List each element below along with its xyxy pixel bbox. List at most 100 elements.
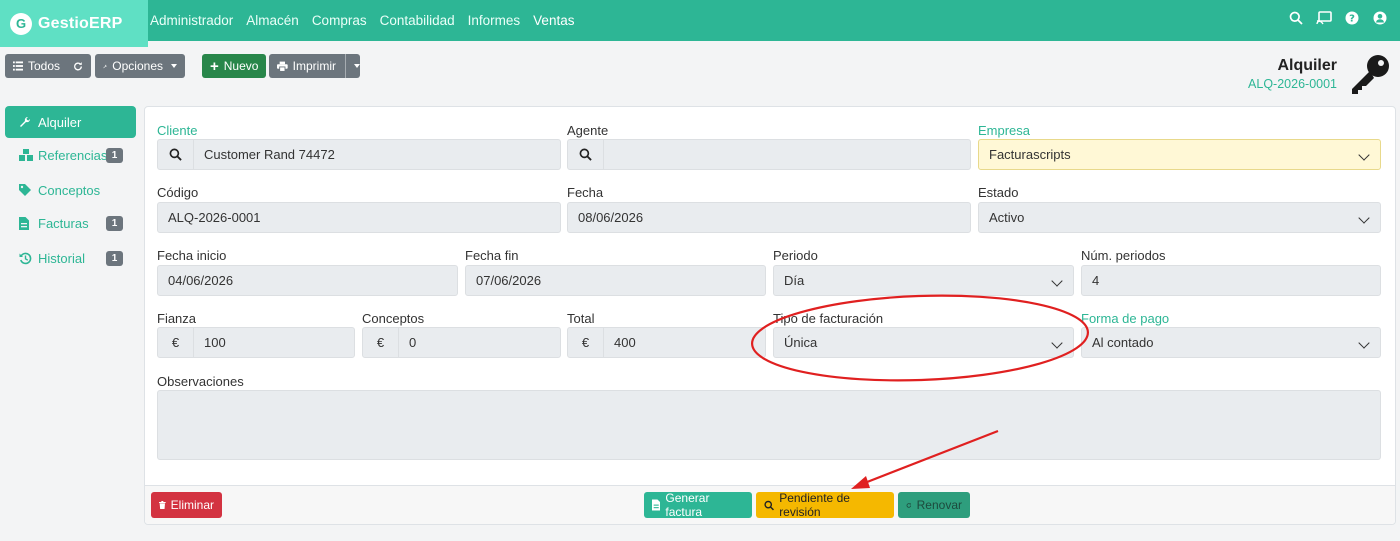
- sidebar-item-label: Conceptos: [38, 182, 101, 198]
- total-field[interactable]: € 400: [567, 327, 766, 358]
- new-button[interactable]: + Nuevo: [202, 54, 266, 78]
- chevron-down-icon: [1051, 337, 1063, 349]
- fianza-field[interactable]: € 100: [157, 327, 355, 358]
- estado-label: Estado: [978, 185, 1019, 200]
- search-icon: [764, 500, 774, 510]
- tipo-facturacion-select[interactable]: Única: [773, 327, 1074, 358]
- file-invoice-icon: [19, 216, 33, 230]
- sidebar-item-label: Alquiler: [38, 114, 82, 130]
- fecha-fin-label: Fecha fin: [465, 248, 519, 263]
- refresh-icon[interactable]: [73, 61, 83, 72]
- count-badge: 1: [106, 216, 123, 231]
- delete-button[interactable]: Eliminar: [151, 492, 222, 518]
- options-button-label: Opciones: [112, 59, 163, 73]
- sidebar-item-conceptos[interactable]: Conceptos: [5, 174, 136, 206]
- menu-item-compras[interactable]: Compras: [312, 13, 367, 28]
- renew-button[interactable]: Renovar: [898, 492, 970, 518]
- fecha-inicio-label: Fecha inicio: [157, 248, 227, 263]
- refresh-icon: [906, 502, 912, 508]
- chevron-down-icon: [1358, 337, 1370, 349]
- wrench-icon: [19, 116, 33, 128]
- fecha-field[interactable]: 08/06/2026: [567, 202, 971, 233]
- tags-icon: [19, 184, 33, 196]
- fianza-value: 100: [204, 335, 226, 350]
- num-periodos-field[interactable]: 4: [1081, 265, 1381, 296]
- observaciones-textarea[interactable]: [157, 390, 1381, 460]
- brand[interactable]: G GestioERP: [0, 0, 148, 47]
- cast-icon[interactable]: [1316, 10, 1332, 26]
- empresa-select[interactable]: Facturascripts: [978, 139, 1381, 170]
- fecha-value: 08/06/2026: [578, 210, 644, 225]
- forma-pago-label[interactable]: Forma de pago: [1081, 311, 1169, 326]
- all-button[interactable]: Todos: [5, 54, 91, 78]
- codigo-value: ALQ-2026-0001: [168, 210, 261, 225]
- search-icon[interactable]: [158, 140, 194, 169]
- list-icon: [13, 61, 23, 71]
- cliente-value: Customer Rand 74472: [204, 147, 335, 162]
- conceptos-label: Conceptos: [362, 311, 425, 326]
- euro-icon: €: [158, 328, 194, 357]
- forma-pago-select[interactable]: Al contado: [1081, 327, 1381, 358]
- periodo-label: Periodo: [773, 248, 818, 263]
- pending-review-button-label: Pendiente de revisión: [779, 491, 850, 519]
- count-badge: 1: [106, 148, 123, 163]
- tipo-facturacion-value: Única: [784, 335, 818, 350]
- boxes-icon: [19, 149, 33, 161]
- total-label: Total: [567, 311, 595, 326]
- menu-item-contabilidad[interactable]: Contabilidad: [380, 13, 455, 28]
- fecha-inicio-field[interactable]: 04/06/2026: [157, 265, 458, 296]
- num-periodos-label: Núm. periodos: [1081, 248, 1166, 263]
- trash-icon: [159, 501, 166, 509]
- pending-review-button[interactable]: Pendiente de revisión: [756, 491, 894, 519]
- file-invoice-icon: [652, 499, 661, 511]
- menu-item-informes[interactable]: Informes: [468, 13, 521, 28]
- euro-icon: €: [363, 328, 399, 357]
- main-menu: Administrador Almacén Compras Contabilid…: [150, 0, 587, 41]
- user-icon[interactable]: [1372, 10, 1388, 26]
- help-icon[interactable]: ?: [1344, 10, 1360, 26]
- conceptos-value: 0: [409, 335, 417, 350]
- fecha-fin-field[interactable]: 07/06/2026: [465, 265, 766, 296]
- cliente-field[interactable]: Customer Rand 74472: [157, 139, 561, 170]
- wrench-icon: [103, 64, 107, 68]
- cliente-label[interactable]: Cliente: [157, 123, 197, 138]
- key-icon: [1352, 55, 1389, 94]
- forma-pago-value: Al contado: [1092, 335, 1154, 350]
- print-button[interactable]: Imprimir: [269, 54, 360, 78]
- options-button[interactable]: Opciones: [95, 54, 185, 78]
- menu-item-administrador[interactable]: Administrador: [150, 13, 233, 28]
- codigo-field[interactable]: ALQ-2026-0001: [157, 202, 561, 233]
- plus-icon: +: [210, 57, 219, 75]
- document-code: ALQ-2026-0001: [1248, 77, 1337, 91]
- menu-item-ventas[interactable]: Ventas: [533, 13, 574, 28]
- new-button-label: Nuevo: [223, 59, 259, 73]
- chevron-down-icon: [1051, 275, 1063, 287]
- fecha-label: Fecha: [567, 185, 604, 200]
- estado-select[interactable]: Activo: [978, 202, 1381, 233]
- search-icon[interactable]: [568, 140, 604, 169]
- agente-label: Agente: [567, 123, 609, 138]
- navbar-icons: ?: [1288, 10, 1388, 26]
- search-icon[interactable]: [1288, 10, 1304, 26]
- generate-invoice-button-label: Generar factura: [665, 491, 710, 519]
- chevron-down-icon: [354, 64, 360, 68]
- fecha-fin-value: 07/06/2026: [476, 273, 542, 288]
- generate-invoice-button[interactable]: Generar factura: [644, 491, 752, 519]
- sidebar-item-alquiler[interactable]: Alquiler: [5, 106, 136, 138]
- conceptos-field[interactable]: € 0: [362, 327, 561, 358]
- empresa-label[interactable]: Empresa: [978, 123, 1030, 138]
- sidebar-item-historial[interactable]: Historial 1: [5, 242, 136, 274]
- periodo-value: Día: [784, 273, 805, 288]
- menu-item-almacen[interactable]: Almacén: [246, 13, 299, 28]
- agente-field[interactable]: [567, 139, 971, 170]
- codigo-label: Código: [157, 185, 199, 200]
- periodo-select[interactable]: Día: [773, 265, 1074, 296]
- euro-icon: €: [568, 328, 604, 357]
- svg-text:?: ?: [1349, 14, 1355, 25]
- fecha-inicio-value: 04/06/2026: [168, 273, 234, 288]
- print-dropdown-toggle[interactable]: [345, 54, 360, 78]
- sidebar-item-referencias[interactable]: Referencias 1: [5, 139, 136, 171]
- chevron-down-icon: [1358, 149, 1370, 161]
- sidebar-item-label: Historial: [38, 250, 85, 266]
- sidebar-item-facturas[interactable]: Facturas 1: [5, 207, 136, 239]
